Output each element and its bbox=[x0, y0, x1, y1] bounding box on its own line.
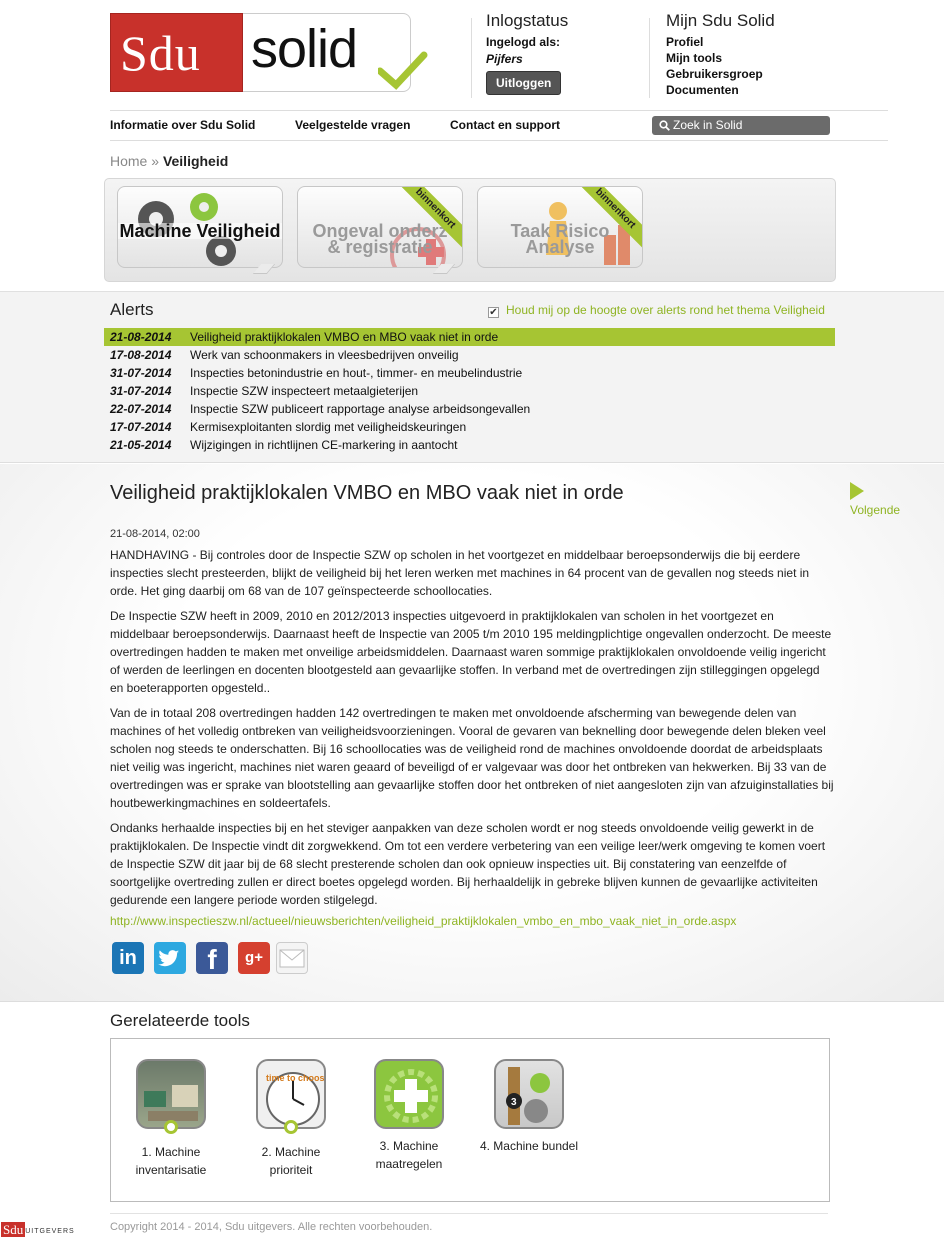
search-icon bbox=[659, 120, 670, 131]
article-paragraph: De Inspectie SZW heeft in 2009, 2010 en … bbox=[110, 609, 832, 695]
tool-label: 3. Machine maatregelen bbox=[375, 1139, 443, 1171]
alerts-subscribe-checkbox[interactable]: ✔ Houd mij op de hoogte over alerts rond … bbox=[488, 303, 825, 318]
tile-label: Taak Risico Analyse bbox=[510, 221, 610, 257]
nav-contact-link[interactable]: Contact en support bbox=[450, 118, 560, 132]
theme-tiles: Machine Veiligheid Ongeval onderz & regis… bbox=[104, 178, 836, 282]
gears-bundle-icon: 3 bbox=[494, 1059, 564, 1129]
svg-text:time to choose: time to choose bbox=[266, 1073, 326, 1083]
alert-item[interactable]: 17-08-2014 Werk van schoonmakers in vlees… bbox=[104, 346, 835, 364]
tool-machine-bundel[interactable]: 3 4. Machine bundel bbox=[474, 1059, 584, 1155]
article-body: HANDHAVING - Bij controles door de Inspe… bbox=[110, 546, 835, 916]
tool-machine-maatregelen[interactable]: 3. Machine maatregelen bbox=[354, 1059, 464, 1173]
header-divider bbox=[649, 18, 650, 98]
tool-label: 1. Machine inventarisatie bbox=[135, 1145, 207, 1177]
alerts-title: Alerts bbox=[110, 300, 154, 319]
nav-info-link[interactable]: Informatie over Sdu Solid bbox=[110, 118, 255, 132]
sdu-uitgevers-logo[interactable]: Sdu UITGEVERS bbox=[1, 1222, 75, 1237]
checkbox-checked-icon: ✔ bbox=[488, 307, 499, 318]
my-sdu-title: Mijn Sdu Solid bbox=[666, 11, 775, 30]
alerts-subscribe-label: Houd mij op de hoogte over alerts rond h… bbox=[506, 303, 825, 317]
logo-sdu-text: Sdu bbox=[120, 25, 201, 81]
logged-in-user: Pijfers bbox=[486, 52, 523, 66]
clock-icon: time to choose bbox=[256, 1059, 326, 1129]
tool-label: 4. Machine bundel bbox=[479, 1139, 579, 1153]
breadcrumb: Home » Veiligheid bbox=[110, 153, 228, 169]
logout-button[interactable]: Uitloggen bbox=[486, 71, 562, 95]
plus-gear-icon bbox=[374, 1059, 444, 1129]
tool-machine-inventarisatie[interactable]: 1. Machine inventarisatie bbox=[116, 1059, 226, 1179]
nav-faq-link[interactable]: Veelgestelde vragen bbox=[295, 118, 410, 132]
linkedin-icon[interactable]: in bbox=[112, 942, 144, 974]
sdu-solid-logo[interactable]: Sdu solid bbox=[110, 13, 430, 93]
main-navigation: Informatie over Sdu Solid Veelgestelde v… bbox=[110, 110, 888, 141]
progress-dot bbox=[164, 1120, 178, 1134]
my-sdu-solid-menu: Mijn Sdu Solid Profiel Mijn tools Gebrui… bbox=[666, 11, 775, 98]
alert-item[interactable]: 17-07-2014 Kermisexploitanten slordig met… bbox=[104, 418, 835, 436]
tile-taak-risico-analyse[interactable]: Taak Risico Analyse binnenkort bbox=[477, 186, 643, 268]
article-paragraph: Ondanks herhaalde inspecties bij en het … bbox=[110, 821, 826, 907]
tile-ongeval-onderzoek[interactable]: Ongeval onderz & registratie binnenkort bbox=[297, 186, 463, 268]
my-tools-link[interactable]: Mijn tools bbox=[666, 50, 775, 66]
footer-divider bbox=[110, 1213, 828, 1214]
alerts-list: 21-08-2014 Veiligheid praktijklokalen VMB… bbox=[104, 328, 835, 454]
documents-link[interactable]: Documenten bbox=[666, 82, 775, 98]
alert-item[interactable]: 31-07-2014 Inspectie SZW inspecteert meta… bbox=[104, 382, 835, 400]
svg-text:3: 3 bbox=[511, 1097, 517, 1108]
tool-label: 2. Machine prioriteit bbox=[261, 1145, 321, 1177]
facebook-icon[interactable]: f bbox=[196, 942, 228, 975]
breadcrumb-current: Veiligheid bbox=[162, 153, 229, 169]
login-status-title: Inlogstatus bbox=[486, 11, 569, 30]
alert-item[interactable]: 22-07-2014 Inspectie SZW publiceert rappo… bbox=[104, 400, 835, 418]
google-plus-icon[interactable]: g+ bbox=[238, 942, 270, 974]
tile-label: Machine Veiligheid bbox=[118, 221, 282, 241]
twitter-icon[interactable] bbox=[154, 942, 186, 974]
article-title: Veiligheid praktijklokalen VMBO en MBO v… bbox=[110, 482, 624, 504]
user-group-link[interactable]: Gebruikersgroep bbox=[666, 66, 775, 82]
related-tools-title: Gerelateerde tools bbox=[110, 1011, 250, 1030]
article-source-link[interactable]: http://www.inspectieszw.nl/actueel/nieuw… bbox=[110, 914, 736, 928]
next-label: Volgende bbox=[850, 503, 901, 517]
alert-item[interactable]: 31-07-2014 Inspecties betonindustrie en h… bbox=[104, 364, 835, 382]
logged-in-as-label: Ingelogd als: bbox=[486, 35, 561, 49]
play-arrow-icon bbox=[850, 482, 864, 500]
header-divider bbox=[471, 18, 472, 98]
tool-machine-prioriteit[interactable]: time to choose 2. Machine prioriteit bbox=[236, 1059, 346, 1179]
alert-item[interactable]: 21-08-2014 Veiligheid praktijklokalen VMB… bbox=[104, 328, 835, 346]
profile-link[interactable]: Profiel bbox=[666, 34, 775, 50]
tile-machine-veiligheid[interactable]: Machine Veiligheid bbox=[117, 186, 283, 268]
next-article-link[interactable]: Volgende bbox=[850, 482, 900, 517]
article-date: 21-08-2014, 02:00 bbox=[110, 528, 200, 540]
progress-dot bbox=[284, 1120, 298, 1134]
login-status: Inlogstatus Ingelogd als: Pijfers Uitlog… bbox=[486, 11, 568, 95]
tile-label: Ongeval onderz & registratie bbox=[312, 221, 448, 257]
breadcrumb-home[interactable]: Home bbox=[110, 153, 147, 169]
search-input[interactable]: Zoek in Solid bbox=[652, 116, 830, 135]
search-placeholder: Zoek in Solid bbox=[673, 118, 743, 132]
breadcrumb-separator: » bbox=[151, 153, 160, 169]
article-paragraph: Van de in totaal 208 overtredingen hadde… bbox=[110, 706, 834, 810]
logo-red-block: Sdu bbox=[110, 13, 243, 92]
email-icon[interactable] bbox=[276, 942, 308, 974]
checkmark-icon bbox=[378, 51, 428, 90]
article-paragraph: HANDHAVING - Bij controles door de Inspe… bbox=[110, 548, 810, 598]
copyright-text: Copyright 2014 - 2014, Sdu uitgevers. Al… bbox=[110, 1221, 433, 1233]
alert-item[interactable]: 21-05-2014 Wijzigingen in richtlijnen CE-… bbox=[104, 436, 835, 454]
related-tools-box: 1. Machine inventarisatie time to choose … bbox=[110, 1038, 830, 1202]
logo-solid-text: solid bbox=[251, 19, 358, 79]
factory-icon bbox=[136, 1059, 206, 1129]
